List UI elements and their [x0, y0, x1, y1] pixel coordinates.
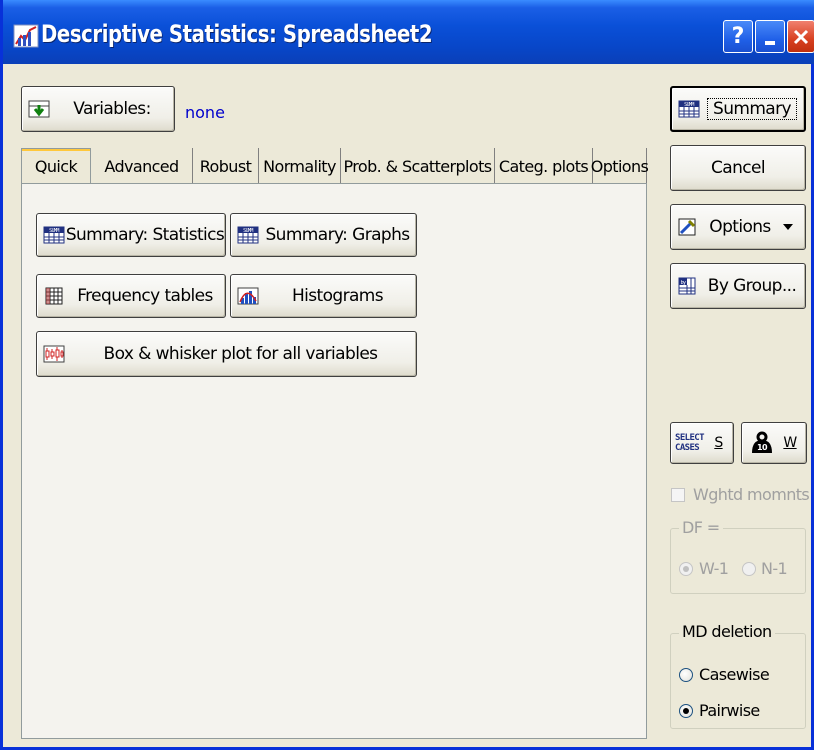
- tab-robust[interactable]: Robust: [193, 148, 259, 184]
- close-icon: [793, 29, 809, 44]
- cancel-label: Cancel: [711, 158, 766, 178]
- weight-key: W: [783, 435, 797, 451]
- histogram-icon: [237, 287, 259, 305]
- variables-value: none: [185, 103, 225, 122]
- summary-table-icon: SUMM: [43, 226, 65, 244]
- df-w1-radio[interactable]: [679, 562, 693, 576]
- variables-button[interactable]: Variables:: [21, 86, 175, 132]
- select-cases-key: S: [714, 435, 723, 451]
- pairwise-label: Pairwise: [699, 701, 760, 720]
- tab-prob-scatterplots[interactable]: Prob. & Scatterplots: [341, 148, 495, 184]
- box-whisker-button[interactable]: Box & whisker plot for all variables: [36, 331, 417, 377]
- by-group-button[interactable]: by By Group...: [670, 263, 806, 309]
- app-icon: [13, 24, 39, 48]
- weight-icon: 10: [752, 431, 772, 453]
- casewise-radio[interactable]: [679, 668, 693, 682]
- help-button[interactable]: ?: [723, 20, 753, 53]
- df-group-label: DF =: [679, 518, 723, 537]
- dialog-window: Descriptive Statistics: Spreadsheet2 ? V…: [0, 0, 814, 750]
- summary-table-icon: SUMM: [678, 100, 700, 118]
- casewise-label: Casewise: [699, 665, 770, 684]
- minimize-button[interactable]: [755, 20, 785, 53]
- summary-statistics-button[interactable]: SUMM Summary: Statistics: [36, 213, 226, 257]
- box-whisker-label: Box & whisker plot for all variables: [103, 344, 378, 364]
- svg-text:by: by: [681, 280, 686, 286]
- md-deletion-label: MD deletion: [679, 622, 775, 641]
- summary-button[interactable]: SUMM Summary: [670, 86, 806, 132]
- window-title: Descriptive Statistics: Spreadsheet2: [41, 20, 433, 48]
- dropdown-arrow-icon: [783, 224, 793, 230]
- summary-statistics-label: Summary: Statistics: [65, 225, 225, 245]
- by-group-icon: by: [678, 277, 696, 295]
- weighted-moments-checkbox[interactable]: [671, 488, 685, 502]
- quick-tab-panel: [21, 183, 647, 739]
- options-label: Options: [709, 217, 771, 237]
- close-button[interactable]: [787, 20, 814, 53]
- title-bar[interactable]: Descriptive Statistics: Spreadsheet2 ?: [3, 0, 814, 64]
- tab-quick[interactable]: Quick: [21, 148, 91, 184]
- radio-dot: [683, 566, 689, 572]
- tab-options[interactable]: Options: [591, 148, 649, 184]
- frequency-table-icon: [45, 287, 63, 305]
- frequency-tables-button[interactable]: Frequency tables: [36, 274, 226, 318]
- tab-normality[interactable]: Normality: [259, 148, 341, 184]
- variables-label: Variables:: [73, 99, 151, 119]
- df-n1-radio[interactable]: [742, 562, 756, 576]
- svg-text:10: 10: [757, 443, 768, 452]
- df-w1-label: W-1: [699, 559, 729, 578]
- variables-icon: [28, 100, 50, 118]
- frequency-tables-label: Frequency tables: [77, 286, 213, 306]
- tab-advanced[interactable]: Advanced: [91, 148, 193, 184]
- histograms-label: Histograms: [291, 286, 384, 306]
- tab-categ-plots[interactable]: Categ. plots: [495, 148, 593, 184]
- cancel-button[interactable]: Cancel: [670, 145, 806, 191]
- summary-label: Summary: [707, 98, 797, 120]
- box-whisker-icon: [43, 345, 65, 363]
- summary-graphs-button[interactable]: SUMM Summary: Graphs: [230, 213, 417, 257]
- select-cases-icon: SELECT CASES: [675, 433, 705, 453]
- minimize-icon: [765, 40, 775, 45]
- options-icon: [678, 218, 696, 236]
- df-n1-label: N-1: [761, 559, 788, 578]
- summary-table-icon: SUMM: [237, 226, 259, 244]
- summary-graphs-label: Summary: Graphs: [265, 225, 410, 245]
- radio-dot: [683, 708, 689, 714]
- weighted-moments-label: Wghtd momnts: [693, 485, 810, 504]
- weight-button[interactable]: 10 W: [741, 422, 807, 464]
- options-button[interactable]: Options: [670, 204, 806, 250]
- histograms-button[interactable]: Histograms: [230, 274, 417, 318]
- select-cases-button[interactable]: SELECT CASES S: [670, 422, 734, 464]
- pairwise-radio[interactable]: [679, 704, 693, 718]
- by-group-label: By Group...: [707, 276, 797, 296]
